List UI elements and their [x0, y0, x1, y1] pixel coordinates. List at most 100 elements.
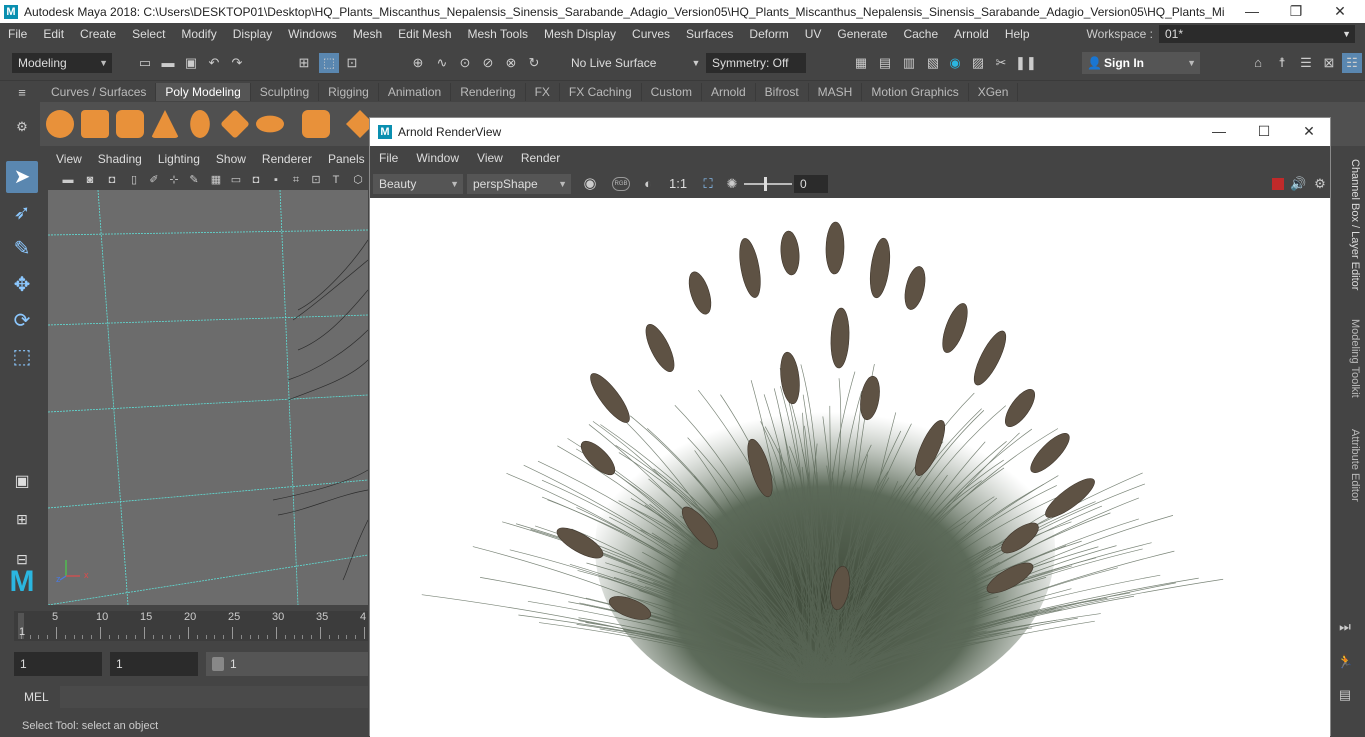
- menu-edit-mesh[interactable]: Edit Mesh: [390, 23, 459, 45]
- arnold-menu-view[interactable]: View: [468, 146, 512, 170]
- mel-label[interactable]: MEL: [24, 690, 49, 704]
- render-current-frame-icon[interactable]: ▤: [877, 55, 893, 71]
- snap-plane-icon[interactable]: ⊘: [480, 55, 496, 71]
- menu-uv[interactable]: UV: [797, 23, 830, 45]
- camera-select-icon[interactable]: ▬: [60, 172, 76, 188]
- modeling-toolkit-tab[interactable]: Modeling Toolkit: [1349, 319, 1361, 398]
- playback-start-field[interactable]: 1: [110, 652, 198, 676]
- minimize-button[interactable]: —: [1229, 0, 1275, 23]
- menu-mesh-tools[interactable]: Mesh Tools: [460, 23, 536, 45]
- poly-plane-icon[interactable]: [220, 109, 250, 139]
- menu-windows[interactable]: Windows: [280, 23, 345, 45]
- camera-dropdown[interactable]: perspShape ▼: [467, 174, 571, 194]
- shelf-menu-icon[interactable]: ≡: [14, 85, 30, 101]
- snap-grid-icon[interactable]: ⊕: [410, 55, 426, 71]
- 2d-pan-zoom-icon[interactable]: ⊹: [166, 172, 182, 188]
- grid-icon[interactable]: ▦: [208, 172, 224, 188]
- safe-action-icon[interactable]: ⊡: [308, 172, 324, 188]
- start-frame-field[interactable]: 1: [14, 652, 102, 676]
- shelf-tab-mash[interactable]: MASH: [809, 83, 863, 101]
- shelf-tab-fx-caching[interactable]: FX Caching: [560, 83, 642, 101]
- render-region-icon[interactable]: ▦: [853, 55, 869, 71]
- poly-sphere-icon[interactable]: [46, 110, 74, 138]
- menu-mesh[interactable]: Mesh: [345, 23, 390, 45]
- menu-deform[interactable]: Deform: [741, 23, 796, 45]
- aov-dropdown[interactable]: Beauty ▼: [373, 174, 463, 194]
- expand-icon[interactable]: ⏭: [1337, 619, 1353, 635]
- grease-tool-icon[interactable]: ✎: [186, 172, 202, 188]
- debug-shading-icon[interactable]: 🔊: [1290, 176, 1306, 192]
- arnold-menu-file[interactable]: File: [370, 146, 407, 170]
- menu-display[interactable]: Display: [225, 23, 280, 45]
- script-editor-icon[interactable]: ▤: [1337, 687, 1353, 703]
- exposure-field[interactable]: 0: [794, 175, 828, 193]
- viewport-menu-panels[interactable]: Panels: [320, 149, 368, 170]
- range-bar[interactable]: 1: [206, 652, 368, 676]
- menu-select[interactable]: Select: [124, 23, 173, 45]
- shelf-tab-arnold[interactable]: Arnold: [702, 83, 756, 101]
- settings-gear-icon[interactable]: ⚙: [1312, 176, 1328, 192]
- modeling-toolkit-icon[interactable]: ⌂: [1250, 55, 1266, 71]
- redo-icon[interactable]: ↷: [229, 55, 245, 71]
- render-tool-icon[interactable]: ✂: [993, 55, 1009, 71]
- undo-icon[interactable]: ↶: [206, 55, 222, 71]
- render-image-canvas[interactable]: [370, 198, 1330, 737]
- select-objects-icon[interactable]: ⬚: [319, 53, 339, 73]
- sign-in-button[interactable]: 👤 Sign In ▼: [1082, 52, 1200, 74]
- menu-help[interactable]: Help: [997, 23, 1038, 45]
- film-gate-icon[interactable]: ▭: [228, 172, 244, 188]
- shelf-tab-motion-graphics[interactable]: Motion Graphics: [862, 83, 969, 101]
- shelf-tab-xgen[interactable]: XGen: [969, 83, 1019, 101]
- attribute-editor-tab[interactable]: Attribute Editor: [1349, 429, 1361, 502]
- symmetry-dropdown[interactable]: Symmetry: Off: [706, 53, 806, 73]
- poly-disc-icon[interactable]: [256, 115, 284, 133]
- pause-icon[interactable]: ❚❚: [1015, 55, 1037, 71]
- viewport-panel[interactable]: View Shading Lighting Show Renderer Panels ▬ …: [48, 149, 368, 605]
- menu-arnold[interactable]: Arnold: [946, 23, 997, 45]
- arnold-maximize-button[interactable]: ☐: [1241, 118, 1287, 146]
- bookmark-icon[interactable]: ◘: [104, 172, 120, 188]
- menu-create[interactable]: Create: [72, 23, 124, 45]
- paint-select-tool-icon[interactable]: ✎: [6, 233, 38, 265]
- render-button-icon[interactable]: ◉: [582, 176, 598, 192]
- single-perspective-view-icon[interactable]: ▣: [6, 466, 38, 498]
- snap-point-icon[interactable]: ⊙: [457, 55, 473, 71]
- arnold-close-button[interactable]: ✕: [1286, 118, 1332, 146]
- arnold-minimize-button[interactable]: —: [1196, 118, 1242, 146]
- poly-cylinder-icon[interactable]: [116, 110, 144, 138]
- menu-generate[interactable]: Generate: [829, 23, 895, 45]
- move-tool-icon[interactable]: ✥: [6, 269, 38, 301]
- mel-input[interactable]: [60, 686, 368, 708]
- arnold-menu-render[interactable]: Render: [512, 146, 569, 170]
- human-ik-icon[interactable]: ☨: [1274, 55, 1290, 71]
- poly-cube-icon[interactable]: [81, 110, 109, 138]
- attribute-editor-icon[interactable]: ☰: [1298, 55, 1314, 71]
- select-hierarchy-icon[interactable]: ⊞: [296, 55, 312, 71]
- crop-region-icon[interactable]: ⛶: [700, 176, 716, 192]
- ratio-button[interactable]: 1:1: [669, 176, 687, 191]
- rotate-tool-icon[interactable]: ⟳: [6, 305, 38, 337]
- exposure-reset-icon[interactable]: ✺: [724, 176, 740, 192]
- menu-edit[interactable]: Edit: [35, 23, 72, 45]
- safe-title-icon[interactable]: T: [328, 172, 344, 188]
- field-chart-icon[interactable]: ⌗: [288, 172, 304, 188]
- snap-surface-icon[interactable]: ⊗: [503, 55, 519, 71]
- shelf-tab-rigging[interactable]: Rigging: [319, 83, 379, 101]
- gear-icon[interactable]: ⚙: [14, 119, 30, 135]
- shelf-tab-poly-modeling[interactable]: Poly Modeling: [156, 83, 251, 101]
- rgb-channel-button[interactable]: RGB: [612, 177, 630, 191]
- viewport-canvas[interactable]: x z: [48, 189, 368, 605]
- stop-render-button[interactable]: [1272, 178, 1284, 190]
- exposure-handle[interactable]: [764, 177, 767, 191]
- shelf-tab-sculpting[interactable]: Sculpting: [251, 83, 320, 101]
- menu-surfaces[interactable]: Surfaces: [678, 23, 741, 45]
- maximize-button[interactable]: ❐: [1273, 0, 1319, 23]
- snap-live-icon[interactable]: ↻: [526, 55, 542, 71]
- arnold-renderview-window[interactable]: M Arnold RenderView — ☐ ✕ File Window View…: [369, 117, 1332, 737]
- menu-modify[interactable]: Modify: [173, 23, 224, 45]
- select-components-icon[interactable]: ⊡: [344, 55, 360, 71]
- scale-tool-icon[interactable]: ⬚: [6, 341, 38, 373]
- hypershade-icon[interactable]: ◉: [947, 55, 963, 71]
- shelf-tab-bifrost[interactable]: Bifrost: [756, 83, 809, 101]
- channel-box-icon[interactable]: ☷: [1342, 53, 1362, 73]
